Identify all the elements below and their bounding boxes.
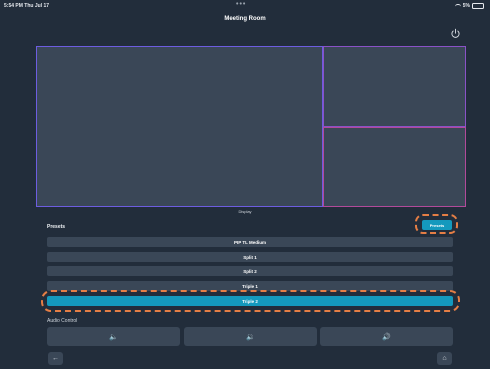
preset-item-split-2[interactable]: Split 2: [47, 266, 453, 276]
battery-icon: [472, 3, 484, 9]
presets-heading: Presets: [47, 224, 66, 230]
power-button[interactable]: [450, 26, 461, 38]
status-bar: 5:54 PM Thu Jul 17 ••• 5%: [0, 0, 490, 14]
audio-control-heading: Audio Control: [47, 318, 78, 324]
power-icon: [451, 28, 460, 38]
preset-item-pip-tl-medium[interactable]: PIP TL Medium: [47, 237, 453, 247]
status-time: 5:54 PM Thu Jul 17: [4, 3, 50, 9]
mute-button[interactable]: 🔈: [47, 327, 180, 346]
display-label: Display: [238, 209, 252, 214]
page-title: Meeting Room: [224, 16, 266, 22]
display-pane-top-right[interactable]: [323, 46, 466, 127]
multitasking-dots[interactable]: •••: [236, 1, 246, 8]
volume-up-icon: 🔊: [382, 333, 391, 341]
presets-button[interactable]: Presets: [422, 220, 452, 230]
preset-item-triple-2[interactable]: Triple 2: [47, 296, 453, 306]
status-indicators: 5%: [454, 3, 484, 9]
display-layout: [36, 46, 466, 207]
preset-item-split-1[interactable]: Split 1: [47, 252, 453, 262]
wifi-icon: [454, 3, 461, 9]
display-pane-main[interactable]: [36, 46, 323, 207]
home-icon: ⌂: [442, 355, 447, 362]
back-arrow-icon: ←: [52, 355, 59, 362]
home-button[interactable]: ⌂: [437, 352, 452, 365]
speaker-mute-icon: 🔈: [109, 333, 118, 341]
back-button[interactable]: ←: [48, 352, 63, 365]
battery-percent: 5%: [462, 3, 470, 9]
volume-down-button[interactable]: 🔉: [184, 327, 317, 346]
volume-up-button[interactable]: 🔊: [320, 327, 453, 346]
display-pane-bottom-right[interactable]: [323, 127, 466, 207]
volume-down-icon: 🔉: [246, 333, 255, 341]
